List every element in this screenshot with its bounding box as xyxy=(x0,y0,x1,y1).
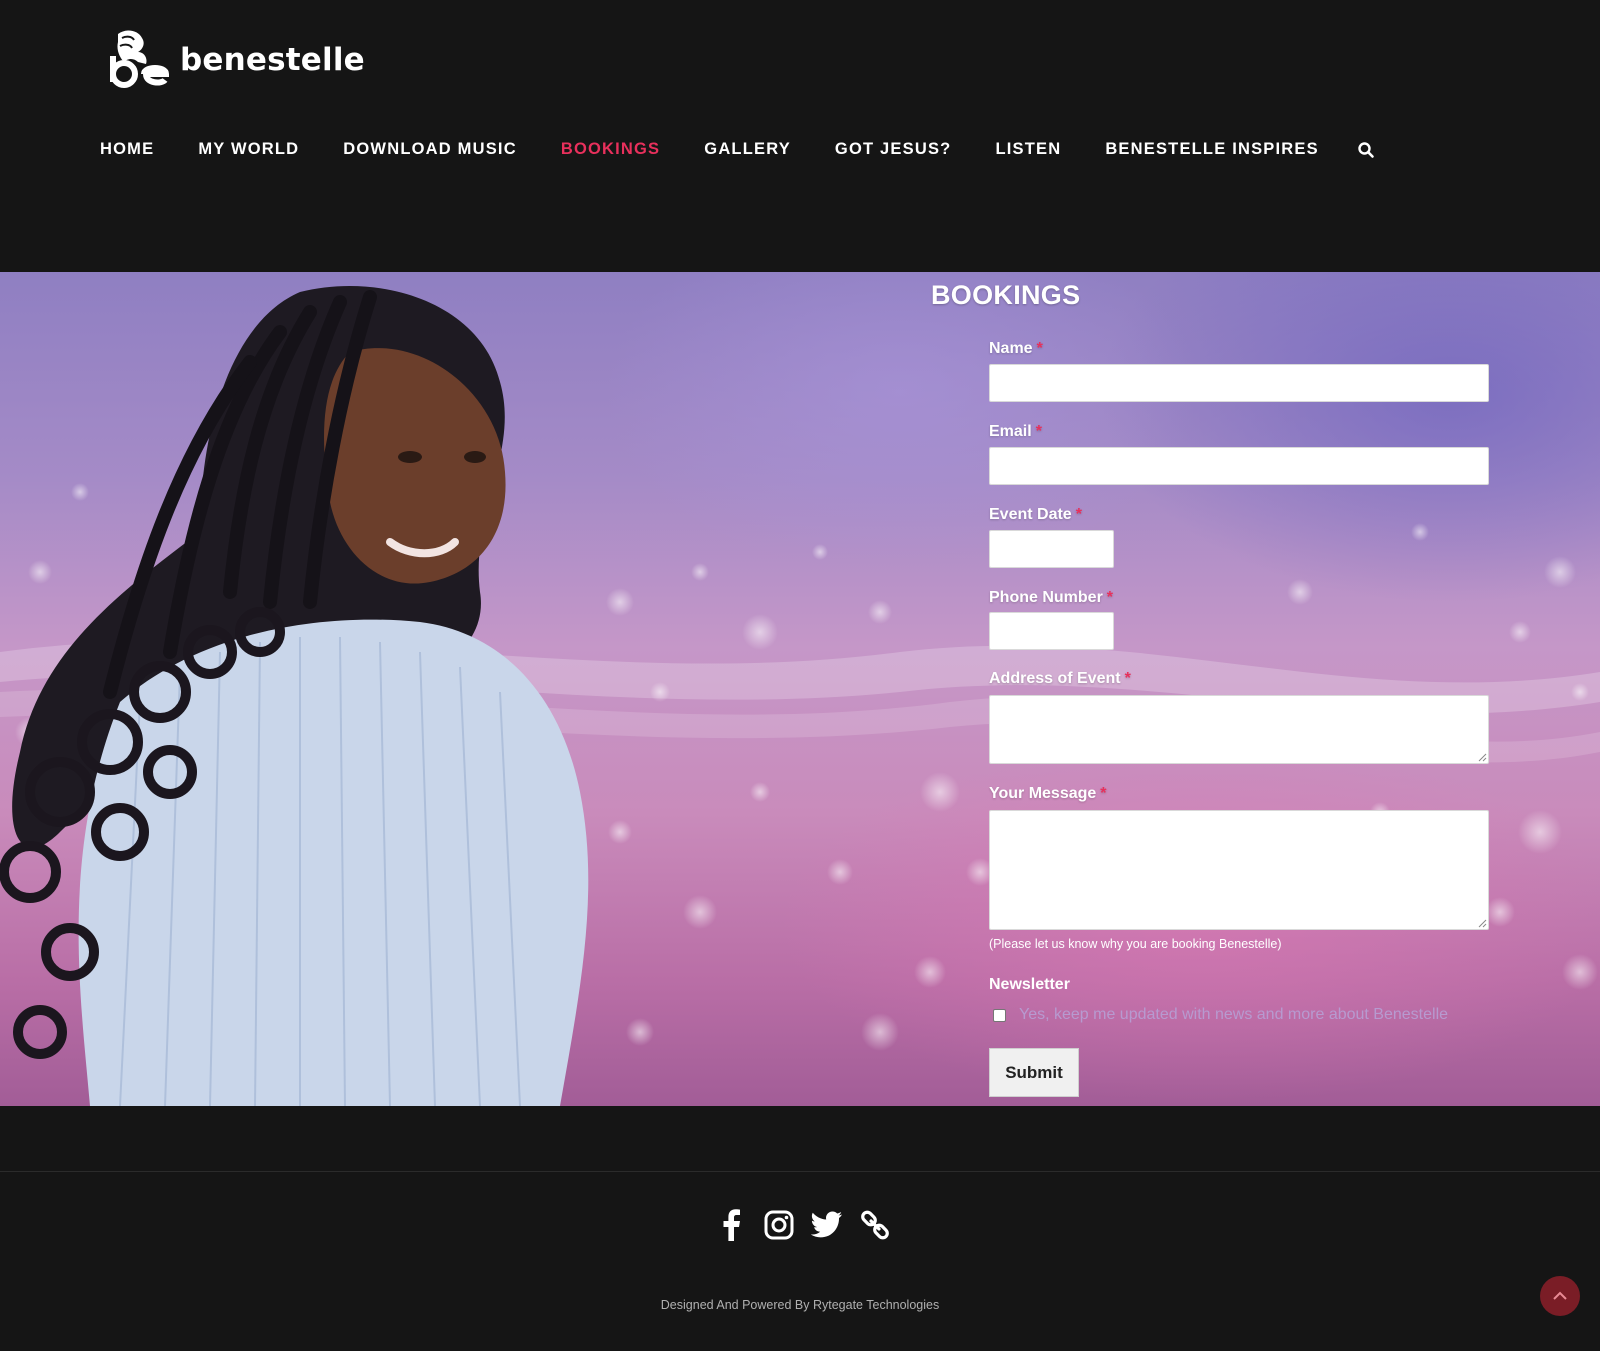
address-label: Address of Event * xyxy=(989,670,1131,687)
nav-item-got-jesus[interactable]: GOT JESUS? xyxy=(835,140,952,159)
site-header: benestelle HOME MY WORLD DOWNLOAD MUSIC … xyxy=(0,0,1600,272)
email-input[interactable] xyxy=(989,447,1489,485)
nav-item-download-music[interactable]: DOWNLOAD MUSIC xyxy=(343,140,517,159)
newsletter-checkbox[interactable] xyxy=(993,1008,1006,1022)
bookings-hero: BOOKINGS Name * Email * Event Date * Phone … xyxy=(0,272,1600,1106)
resize-handle-icon[interactable] xyxy=(1477,752,1487,762)
nav-item-benestelle-inspires[interactable]: BENESTELLE INSPIRES xyxy=(1105,140,1319,159)
search-icon[interactable] xyxy=(1357,141,1375,159)
message-hint: (Please let us know why you are booking … xyxy=(989,937,1282,951)
nav-item-gallery[interactable]: GALLERY xyxy=(704,140,791,159)
link-icon[interactable] xyxy=(858,1208,892,1242)
newsletter-label: Newsletter xyxy=(989,976,1070,993)
required-mark: * xyxy=(1035,423,1042,440)
event-date-label: Event Date * xyxy=(989,506,1082,523)
nav-item-bookings[interactable]: BOOKINGS xyxy=(561,140,660,159)
required-mark: * xyxy=(1075,506,1082,523)
social-links xyxy=(714,1208,906,1242)
event-date-input[interactable] xyxy=(989,530,1114,568)
newsletter-checkbox-label[interactable]: Yes, keep me updated with news and more … xyxy=(1019,1006,1448,1024)
message-label: Your Message * xyxy=(989,785,1107,802)
footer-credit: Designed And Powered By Rytegate Technol… xyxy=(660,1298,940,1312)
site-logo[interactable]: benestelle xyxy=(108,28,365,92)
submit-button[interactable]: Submit xyxy=(989,1048,1079,1097)
required-mark: * xyxy=(1100,785,1107,802)
nav-item-my-world[interactable]: MY WORLD xyxy=(198,140,299,159)
message-textarea[interactable] xyxy=(989,810,1489,930)
main-nav: HOME MY WORLD DOWNLOAD MUSIC BOOKINGS GA… xyxy=(100,140,1375,159)
nav-item-listen[interactable]: LISTEN xyxy=(995,140,1061,159)
facebook-icon[interactable] xyxy=(714,1208,748,1242)
phone-input[interactable] xyxy=(989,612,1114,650)
twitter-icon[interactable] xyxy=(810,1208,844,1242)
required-mark: * xyxy=(1036,340,1043,357)
name-input[interactable] xyxy=(989,364,1489,402)
lion-logo-icon xyxy=(110,30,170,88)
address-textarea[interactable] xyxy=(989,695,1489,764)
form-title: BOOKINGS xyxy=(931,280,1081,310)
name-label: Name * xyxy=(989,340,1043,357)
email-label: Email * xyxy=(989,423,1042,440)
phone-label: Phone Number * xyxy=(989,589,1114,606)
required-mark: * xyxy=(1106,589,1114,606)
scroll-to-top-button[interactable] xyxy=(1540,1276,1580,1316)
required-mark: * xyxy=(1124,670,1131,687)
brand-name: benestelle xyxy=(180,42,365,78)
instagram-icon[interactable] xyxy=(762,1208,796,1242)
nav-item-home[interactable]: HOME xyxy=(100,140,154,159)
footer-divider xyxy=(0,1171,1600,1172)
resize-handle-icon[interactable] xyxy=(1477,918,1487,928)
artist-photo xyxy=(0,286,589,1106)
chevron-up-icon xyxy=(1553,1291,1567,1300)
newsletter-option[interactable]: Yes, keep me updated with news and more … xyxy=(993,1006,1448,1024)
